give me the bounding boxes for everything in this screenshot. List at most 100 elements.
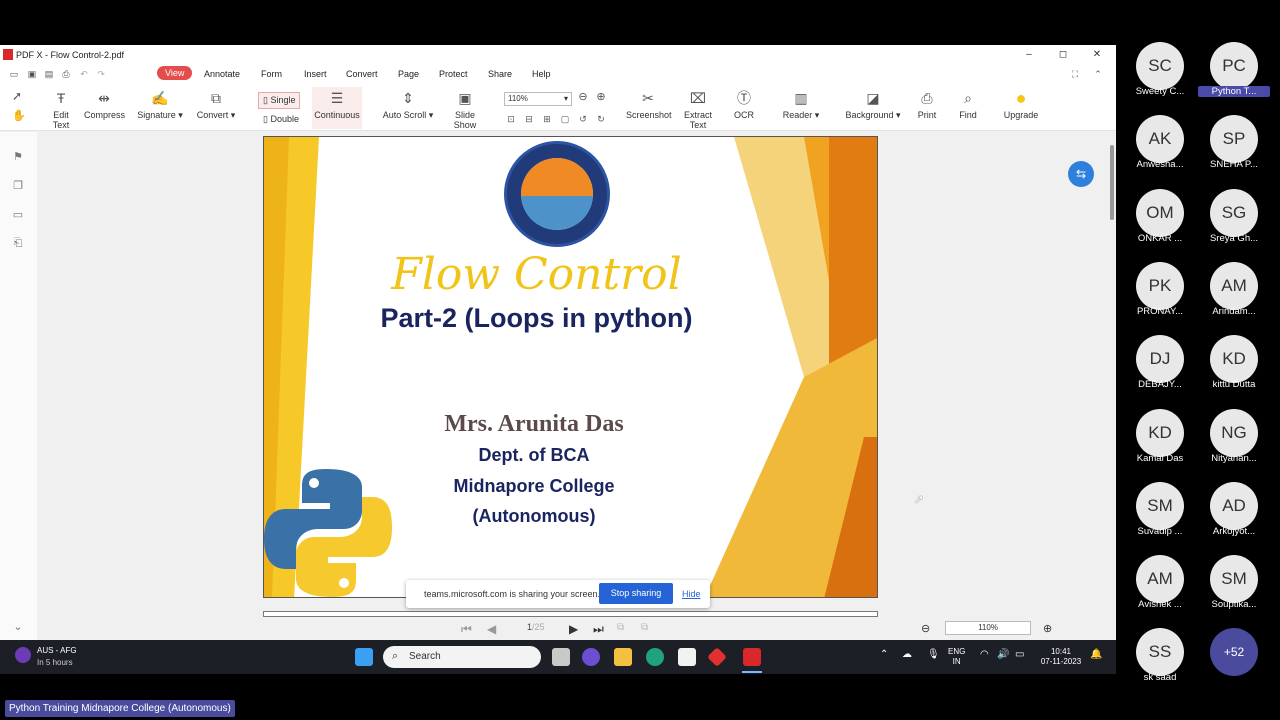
menu-help[interactable]: Help	[532, 69, 551, 79]
prev-view-icon[interactable]: ⧉	[617, 622, 624, 633]
store-icon[interactable]	[678, 648, 696, 666]
next-page-icon[interactable]: ▶	[569, 622, 578, 636]
edit-text-tool[interactable]: Ŧ Edit Text	[44, 89, 78, 130]
participant-avatar[interactable]: SP	[1210, 115, 1258, 164]
weather-widget[interactable]: AUS - AFG In 5 hours	[15, 645, 77, 669]
menu-share[interactable]: Share	[488, 69, 512, 79]
participant-avatar[interactable]: AM	[1210, 261, 1258, 310]
clock[interactable]: 10:41 07-11-2023	[1036, 647, 1086, 667]
participant-avatar[interactable]: AM	[1136, 555, 1184, 604]
menu-form[interactable]: Form	[261, 69, 282, 79]
vertical-scrollbar[interactable]	[1110, 145, 1114, 220]
stop-sharing-button[interactable]: Stop sharing	[599, 583, 673, 604]
continuous-button[interactable]: ☰ Continuous	[312, 87, 362, 129]
file-explorer-icon[interactable]	[614, 648, 632, 666]
select-cursor-icon[interactable]: ➚	[12, 90, 22, 102]
actual-size-icon[interactable]: ⊞	[542, 114, 552, 124]
maximize-button[interactable]: ◻	[1048, 47, 1078, 63]
language-indicator[interactable]: ENG IN	[948, 647, 965, 667]
save-as-icon[interactable]: ▤	[44, 69, 54, 79]
double-page-button[interactable]: ▯ Double	[263, 114, 299, 125]
single-page-button[interactable]: ▯ Single	[258, 92, 301, 109]
notification-bell-icon[interactable]: 🔔	[1090, 650, 1102, 660]
battery-icon[interactable]: ▭	[1015, 650, 1024, 660]
zoom-select[interactable]: 110% ▾	[504, 92, 572, 106]
signature-tool[interactable]: ✍ Signature ▾	[136, 89, 184, 121]
bottom-zoom-in-icon[interactable]: ⊕	[1043, 622, 1052, 635]
menu-view[interactable]: View	[157, 66, 193, 80]
onedrive-icon[interactable]: ☁	[902, 650, 912, 660]
convert-tool[interactable]: ⧉ Convert ▾	[195, 89, 237, 121]
bottom-zoom-field[interactable]: 110%	[945, 621, 1031, 635]
participant-avatar[interactable]: NG	[1210, 408, 1258, 457]
participant-avatar[interactable]: PK	[1136, 261, 1184, 310]
hand-tool-icon[interactable]: ✋	[12, 111, 26, 122]
participant-avatar[interactable]: AK	[1136, 115, 1184, 164]
print-quick-icon[interactable]: ⎙	[61, 69, 71, 79]
undo-icon[interactable]: ↶	[79, 69, 89, 79]
translate-float-icon[interactable]: ⇆	[1068, 161, 1094, 187]
bookmark-icon[interactable]: ⚑	[11, 150, 25, 164]
menu-annotate[interactable]: Annotate	[204, 69, 240, 79]
save-icon[interactable]: ▣	[27, 69, 37, 79]
fit-width-icon[interactable]: ⊟	[524, 114, 534, 124]
participant-avatar[interactable]: DJ	[1136, 335, 1184, 384]
participant-avatar[interactable]: SM	[1210, 555, 1258, 604]
participant-avatar[interactable]: PC	[1210, 42, 1258, 90]
auto-scroll-tool[interactable]: ⇕ Auto Scroll ▾	[382, 89, 434, 121]
minimize-button[interactable]: –	[1014, 47, 1044, 63]
menu-convert[interactable]: Convert	[346, 69, 378, 79]
prev-page-icon[interactable]: ◀	[487, 622, 496, 636]
hide-banner-link[interactable]: Hide	[682, 589, 701, 599]
participant-avatar[interactable]: OM	[1136, 188, 1184, 237]
microphone-icon[interactable]: 🎙	[927, 650, 940, 660]
fit-page-icon[interactable]: ⊡	[506, 114, 516, 124]
participant-avatar[interactable]: SG	[1210, 188, 1258, 237]
zoom-in-icon[interactable]: ⊕	[596, 92, 606, 103]
ocr-tool[interactable]: Ⓣ OCR	[731, 89, 757, 120]
menu-insert[interactable]: Insert	[304, 69, 327, 79]
task-view-icon[interactable]	[552, 648, 570, 666]
participant-avatar[interactable]: KD	[1210, 335, 1258, 384]
print-tool[interactable]: ⎙ Print	[915, 89, 939, 120]
menu-protect[interactable]: Protect	[439, 69, 468, 79]
reader-tool[interactable]: ▥ Reader ▾	[782, 89, 820, 121]
find-tool[interactable]: ⌕ Find	[957, 89, 979, 120]
volume-icon[interactable]: 🔊	[997, 650, 1009, 660]
close-button[interactable]: ✕	[1082, 47, 1112, 63]
pdfx-taskbar-icon[interactable]	[743, 648, 761, 666]
thumbnails-icon[interactable]: ❐	[11, 179, 25, 193]
participant-avatar[interactable]: SM	[1136, 481, 1184, 530]
sidebar-collapse-icon[interactable]: ⌄	[11, 620, 25, 634]
rotate-right-icon[interactable]: ↻	[596, 114, 606, 124]
fullscreen-icon[interactable]: ⛶	[1070, 69, 1080, 79]
wifi-icon[interactable]: ◠	[980, 650, 989, 660]
bottom-zoom-out-icon[interactable]: ⊖	[921, 622, 930, 635]
collapse-ribbon-icon[interactable]: ⌃	[1093, 69, 1103, 79]
anydesk-icon[interactable]	[707, 647, 727, 667]
first-page-icon[interactable]: ⏮	[461, 622, 472, 637]
taskbar-search[interactable]: ⌕ Search	[383, 646, 541, 668]
menu-page[interactable]: Page	[398, 69, 419, 79]
edge-browser-icon[interactable]	[646, 648, 664, 666]
comments-icon[interactable]: ▭	[11, 208, 25, 222]
upgrade-tool[interactable]: ● Upgrade	[1003, 89, 1039, 120]
attachments-icon[interactable]: ⎗	[11, 237, 25, 251]
slide-show-tool[interactable]: ▣ Slide Show	[443, 89, 487, 130]
participant-avatar[interactable]: AD	[1210, 481, 1258, 530]
tray-overflow-icon[interactable]: ⌃	[880, 650, 888, 660]
screenshot-tool[interactable]: ✂ Screenshot	[626, 89, 672, 120]
compress-tool[interactable]: ⇹ Compress	[84, 89, 125, 120]
rotate-left-icon[interactable]: ↺	[578, 114, 588, 124]
redo-icon[interactable]: ↷	[96, 69, 106, 79]
extract-text-tool[interactable]: ⌧ Extract Text	[676, 89, 720, 130]
last-page-icon[interactable]: ⏭	[593, 622, 604, 637]
start-button-icon[interactable]	[355, 648, 373, 666]
background-tool[interactable]: ◪ Background ▾	[845, 89, 901, 121]
zoom-out-icon[interactable]: ⊖	[578, 92, 588, 103]
open-icon[interactable]: ▭	[9, 69, 19, 79]
next-view-icon[interactable]: ⧉	[641, 622, 648, 633]
teams-chat-icon[interactable]	[582, 648, 600, 666]
participant-avatar[interactable]: KD	[1136, 408, 1184, 457]
fit-visible-icon[interactable]: ▢	[560, 114, 570, 124]
